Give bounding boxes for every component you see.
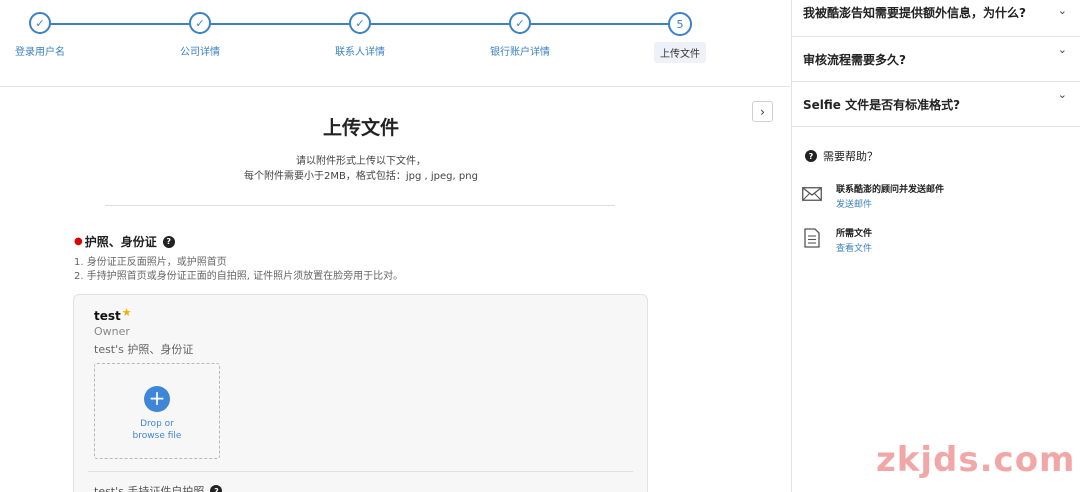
need-help-text: 需要帮助？ — [823, 150, 878, 163]
requirement-item: 1. 身份证正反面照片，或护照首页 — [74, 257, 227, 268]
required-documents: 所需文件 查看文件 — [802, 226, 872, 254]
step-company[interactable]: ✓ 公司详情 — [140, 12, 260, 61]
chevron-right-icon: › — [760, 104, 765, 119]
page-title: 上传文件 — [322, 117, 399, 139]
next-document-text: test's 手持证件自拍照 — [94, 485, 205, 492]
step-label: 公司详情 — [180, 47, 220, 58]
faq-question: 审核流程需要多久? — [803, 53, 906, 67]
chevron-down-icon[interactable]: ⌄ — [1058, 4, 1067, 17]
step-check-icon: ✓ — [349, 12, 371, 34]
subtitle-line-2: 每个附件需要小于2MB，格式包括：jpg , jpeg, png — [244, 171, 478, 182]
contact-title: 联系酷澎的顾问并发送邮件 — [836, 185, 945, 195]
card-divider — [88, 471, 633, 472]
owner-role: Owner — [94, 325, 130, 338]
need-help: ? 需要帮助？ — [805, 148, 878, 164]
step-check-icon: ✓ — [29, 12, 51, 34]
step-login[interactable]: ✓ 登录用户名 — [0, 12, 100, 61]
document-label: test's 护照、身份证 — [94, 343, 194, 356]
step-label: 银行账户详情 — [490, 47, 550, 58]
faq-item[interactable]: Selfie 文件是否有标准格式? ⌄ — [792, 82, 1080, 127]
page: ✓ 登录用户名 ✓ 公司详情 ✓ 联系人详情 ✓ 银行账户详情 5 上传文件 ›… — [0, 0, 1080, 492]
subtitle-line-1: 请以附件形式上传以下文件， — [296, 156, 426, 167]
section-title: ● 护照、身份证 ? — [74, 233, 175, 250]
owner-name-text: test — [94, 309, 121, 323]
step-number: 5 — [668, 12, 692, 36]
faq-question: Selfie 文件是否有标准格式? — [803, 98, 961, 112]
owner-name: test★ — [94, 306, 132, 323]
star-icon: ★ — [121, 306, 132, 319]
step-contact[interactable]: ✓ 联系人详情 — [300, 12, 420, 61]
browse-file-link[interactable]: browse file — [95, 430, 219, 442]
step-bank[interactable]: ✓ 银行账户详情 — [460, 12, 580, 61]
step-check-icon: ✓ — [509, 12, 531, 34]
send-email-link[interactable]: 发送邮件 — [836, 197, 944, 210]
progress-stepper: ✓ 登录用户名 ✓ 公司详情 ✓ 联系人详情 ✓ 银行账户详情 5 上传文件 — [0, 0, 790, 87]
section-title-text: 护照、身份证 — [84, 235, 157, 249]
next-document-label: test's 手持证件自拍照 ? — [94, 483, 223, 492]
contact-advisor: 联系酷澎的顾问并发送邮件 发送邮件 — [802, 182, 944, 210]
step-upload[interactable]: 5 上传文件 — [620, 12, 740, 63]
help-icon: ? — [805, 150, 817, 162]
requirement-item: 2. 手持护照首页或身份证正面的自拍照, 证件照片须放置在脸旁用于比对。 — [74, 271, 404, 282]
plus-icon[interactable]: + — [144, 386, 170, 412]
mail-icon — [802, 184, 822, 204]
watermark: zkjds.com — [876, 440, 1076, 480]
chevron-down-icon[interactable]: ⌄ — [1058, 88, 1067, 101]
help-icon[interactable]: ? — [210, 485, 223, 492]
upload-card: test★ Owner test's 护照、身份证 + Drop or brow… — [73, 294, 648, 492]
step-label: 联系人详情 — [335, 47, 385, 58]
help-icon[interactable]: ? — [162, 235, 175, 248]
step-check-icon: ✓ — [189, 12, 211, 34]
required-dot-icon: ● — [74, 236, 83, 247]
faq-item[interactable]: 审核流程需要多久? ⌄ — [792, 37, 1080, 82]
step-label-current: 上传文件 — [654, 42, 706, 63]
chevron-down-icon[interactable]: ⌄ — [1058, 43, 1067, 56]
help-sidebar: 我被酷澎告知需要提供额外信息，为什么? ⌄ 审核流程需要多久? ⌄ Selfie… — [791, 0, 1080, 492]
collapse-sidebar-button[interactable]: › — [752, 101, 773, 122]
faq-item[interactable]: 我被酷澎告知需要提供额外信息，为什么? ⌄ — [792, 0, 1080, 37]
documents-title: 所需文件 — [836, 229, 873, 239]
document-icon — [802, 228, 822, 248]
faq-question: 我被酷澎告知需要提供额外信息，为什么? — [803, 6, 1026, 20]
step-label: 登录用户名 — [15, 47, 65, 58]
view-documents-link[interactable]: 查看文件 — [836, 241, 872, 254]
file-drop-zone[interactable]: + Drop or browse file — [94, 363, 220, 459]
divider — [105, 205, 615, 206]
drop-text: Drop or — [140, 419, 174, 429]
